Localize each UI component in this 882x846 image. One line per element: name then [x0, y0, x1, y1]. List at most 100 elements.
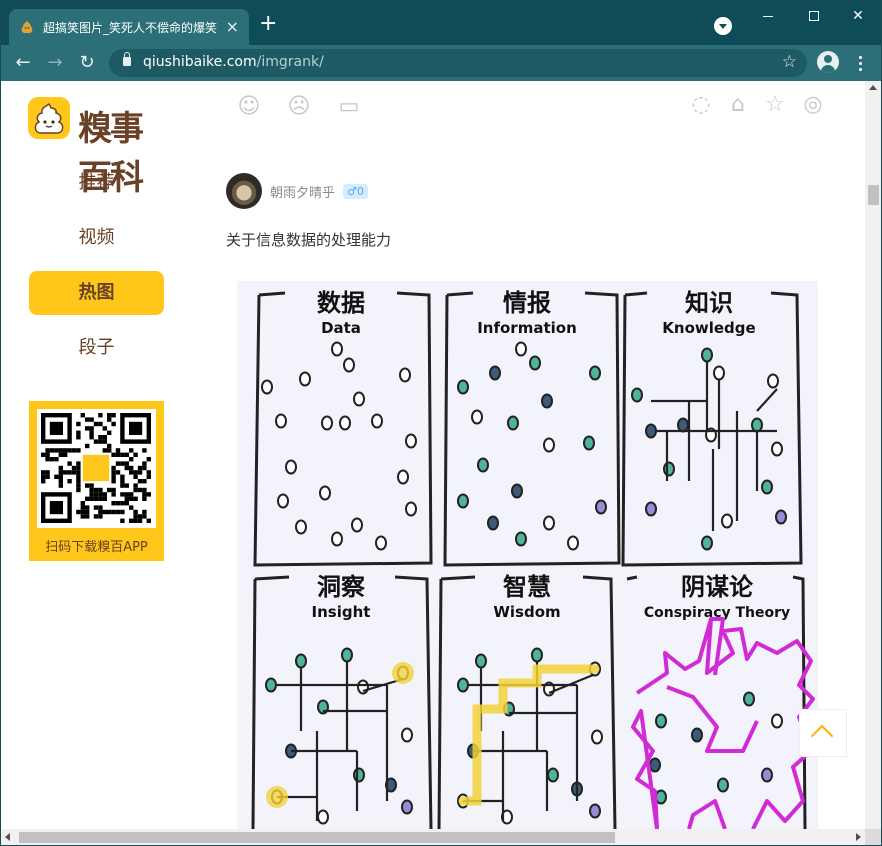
comic-panel-title-cn: 洞察: [317, 573, 366, 601]
browser-tab[interactable]: 超搞笑图片_笑死人不偿命的爆笑 ×: [9, 9, 249, 45]
qr-module: [45, 448, 50, 453]
nav-item-jokes[interactable]: 段子: [29, 326, 164, 370]
comic-network-line: [277, 661, 404, 821]
lock-icon[interactable]: [123, 52, 131, 66]
qr-module: [111, 470, 116, 475]
post-image[interactable]: 数据 Data 情报 Information 知识 Knowledge 洞察 Insight 智…: [237, 281, 818, 829]
qr-module: [107, 417, 112, 422]
qr-module: [124, 496, 129, 501]
comic-dot: [631, 387, 643, 403]
comic-dot: [371, 413, 383, 429]
new-tab-button[interactable]: +: [259, 13, 277, 35]
qr-code: [37, 409, 156, 528]
avatar[interactable]: [226, 173, 262, 209]
comment-icon[interactable]: ▭: [337, 95, 361, 119]
comic-panel-title-en: Knowledge: [662, 319, 755, 337]
vertical-scrollbar[interactable]: [865, 81, 881, 829]
comic-dot: [261, 379, 273, 395]
forward-button[interactable]: →: [45, 53, 65, 73]
comic-panel-title-cn: 数据: [317, 289, 365, 317]
comic-dot: [477, 457, 489, 473]
qr-module: [41, 479, 46, 484]
comic-dot: [543, 515, 555, 531]
url-text[interactable]: qiushibaike.com/imgrank/: [143, 54, 324, 70]
qq-icon[interactable]: ⌂: [726, 93, 750, 117]
nav-item-video[interactable]: 视频: [29, 216, 164, 260]
minimize-button[interactable]: [745, 1, 791, 31]
qr-module: [102, 435, 107, 440]
scrollbar-corner: [865, 829, 881, 845]
comic-dot: [457, 677, 469, 693]
qr-module: [93, 487, 99, 493]
scroll-left-icon[interactable]: [5, 833, 10, 841]
comic-dot: [401, 799, 413, 815]
qr-module: [80, 514, 85, 519]
comic-dot: [357, 679, 369, 695]
qr-module: [111, 474, 116, 479]
qr-caption: 扫码下载糗百APP: [45, 540, 148, 555]
maximize-button[interactable]: [791, 1, 837, 31]
qr-module: [111, 421, 116, 427]
qr-module: [80, 501, 85, 506]
bookmark-star-icon[interactable]: ☆: [782, 52, 797, 72]
post-caption[interactable]: 关于信息数据的处理能力: [226, 229, 391, 250]
back-button[interactable]: ←: [13, 53, 33, 73]
qr-module: [89, 430, 94, 435]
qr-module: [120, 452, 125, 457]
reload-button[interactable]: ↻: [77, 53, 97, 73]
browser-menu-icon[interactable]: [852, 54, 868, 72]
horizontal-scroll-thumb[interactable]: [19, 832, 615, 843]
qr-module: [98, 509, 103, 515]
back-to-top-button[interactable]: [799, 709, 847, 757]
comic-dot: [341, 647, 353, 663]
account-icon[interactable]: [817, 51, 839, 73]
tab-title: 超搞笑图片_笑死人不偿命的爆笑: [43, 20, 218, 35]
qr-module: [67, 479, 72, 484]
qr-module: [142, 492, 147, 497]
qr-module: [142, 509, 147, 515]
qr-module: [142, 514, 147, 519]
comic-dot: [701, 535, 713, 551]
comic-dot: [405, 433, 417, 449]
qr-module: [115, 470, 121, 475]
comic-dot: [529, 355, 541, 371]
qr-module: [111, 479, 116, 484]
qzone-star-icon[interactable]: ☆: [763, 93, 787, 117]
scroll-right-icon[interactable]: [856, 833, 861, 841]
qr-module: [76, 479, 81, 484]
qr-module: [102, 496, 107, 501]
author-name[interactable]: 朝雨夕晴乎: [270, 182, 335, 201]
weibo-icon[interactable]: ◎: [801, 93, 825, 117]
qr-module: [146, 518, 151, 523]
qr-module: [45, 452, 50, 457]
tab-close-icon[interactable]: ×: [226, 19, 239, 35]
app-download-qr[interactable]: 扫码下载糗百APP: [29, 401, 164, 561]
comic-dot: [475, 653, 487, 669]
frown-icon[interactable]: ☹: [287, 95, 311, 119]
qr-module: [98, 435, 103, 440]
horizontal-scrollbar[interactable]: [1, 829, 865, 845]
qr-module: [63, 448, 68, 453]
url-path: /imgrank/: [256, 54, 324, 70]
smile-icon[interactable]: ☺: [237, 95, 261, 119]
qr-module: [58, 483, 63, 488]
close-window-button[interactable]: ✕: [835, 1, 881, 31]
qr-module: [93, 514, 99, 519]
qr-module: [85, 496, 90, 501]
address-bar[interactable]: qiushibaike.com/imgrank/ ☆: [109, 49, 807, 77]
qr-module: [85, 514, 90, 519]
scroll-up-icon[interactable]: [869, 85, 877, 90]
comic-dot: [767, 373, 779, 389]
vertical-scroll-thumb[interactable]: [868, 185, 879, 205]
nav-item-hot-images[interactable]: 热图: [29, 271, 164, 315]
share-actions: ◌ ⌂ ☆ ◎: [689, 93, 829, 117]
comic-dot: [375, 535, 387, 551]
site-favicon-icon: [21, 21, 33, 33]
nav-item-recommend[interactable]: 推荐: [29, 161, 164, 205]
qr-module: [133, 470, 138, 475]
comic-dot: [405, 501, 417, 517]
tab-search-icon[interactable]: [714, 17, 732, 35]
site-logo[interactable]: 糗事百科: [28, 97, 168, 198]
comic-panel-title-cn: 情报: [503, 289, 551, 317]
wechat-icon[interactable]: ◌: [689, 93, 713, 117]
